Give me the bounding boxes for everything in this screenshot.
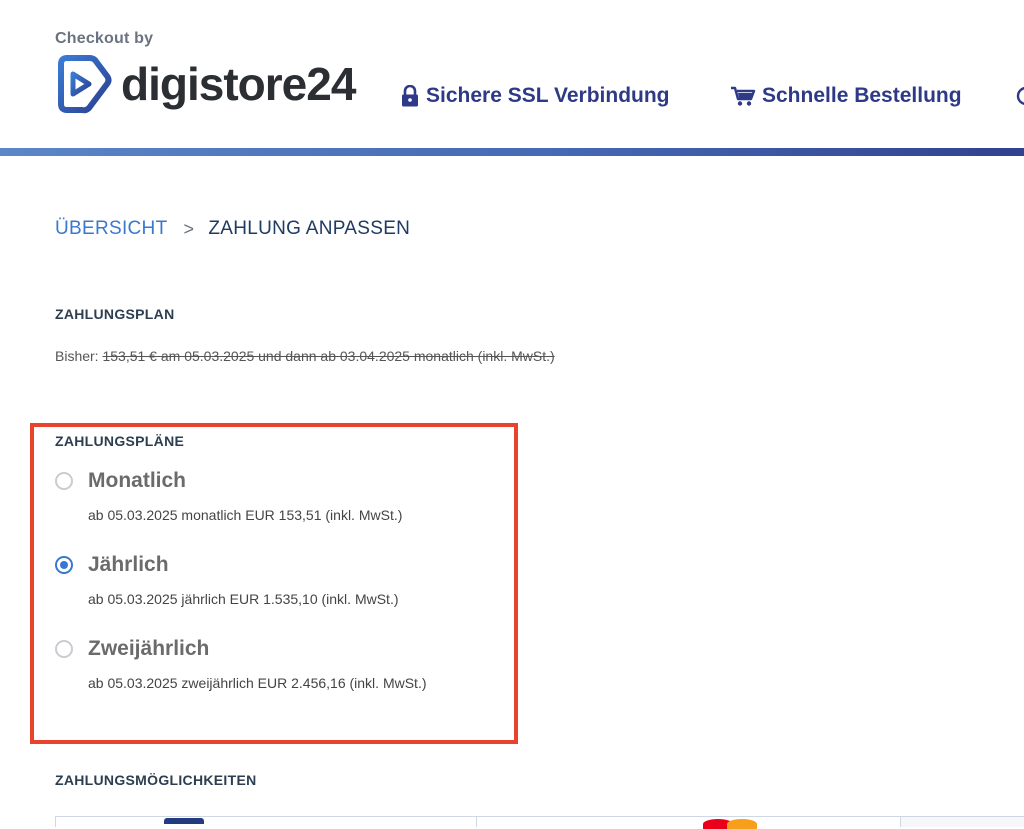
plan-option-monthly-head[interactable]: Monatlich <box>55 469 402 493</box>
payment-plan-title: ZAHLUNGSPLAN <box>55 306 175 322</box>
digistore24-logo-icon <box>58 55 112 114</box>
payment-method-other[interactable] <box>900 816 1024 827</box>
plan-option-yearly[interactable]: Jährlich ab 05.03.2025 jährlich EUR 1.53… <box>55 553 399 607</box>
payment-methods-title: ZAHLUNGSMÖGLICHKEITEN <box>55 772 257 788</box>
plan-label-biennial: Zweijährlich <box>88 637 210 660</box>
chevron-right-icon: > <box>183 218 195 239</box>
plan-description-biennial: ab 05.03.2025 zweijährlich EUR 2.456,16 … <box>88 675 427 691</box>
lock-icon <box>402 85 418 107</box>
breadcrumb: ÜBERSICHT > ZAHLUNG ANPASSEN <box>55 218 410 240</box>
payment-plans-title: ZAHLUNGSPLÄNE <box>55 433 185 449</box>
previous-plan-value: 153,51 € am 05.03.2025 und dann ab 03.04… <box>102 348 555 364</box>
breadcrumb-overview-link[interactable]: ÜBERSICHT <box>55 218 168 240</box>
feature-fast-order-label: Schnelle Bestellung <box>762 84 962 107</box>
clock-icon <box>1016 87 1024 105</box>
plan-option-biennial[interactable]: Zweijährlich ab 05.03.2025 zweijährlich … <box>55 637 427 691</box>
paypal-icon <box>164 818 204 824</box>
radio-biennial[interactable] <box>55 640 73 658</box>
payment-method-card[interactable] <box>476 816 901 829</box>
breadcrumb-current: ZAHLUNG ANPASSEN <box>208 218 411 239</box>
header-accent-bar <box>0 148 1024 156</box>
feature-ssl: Sichere SSL Verbindung <box>400 84 670 108</box>
payment-method-paypal[interactable] <box>55 816 477 827</box>
feature-ssl-label: Sichere SSL Verbindung <box>426 84 670 107</box>
header: Checkout by digistore24 Sichere SSL Verb… <box>0 0 1024 148</box>
digistore24-logo[interactable]: digistore24 <box>53 54 356 114</box>
plan-label-yearly: Jährlich <box>88 553 169 576</box>
checkout-by-label: Checkout by <box>55 30 154 47</box>
cart-icon <box>731 86 756 106</box>
radio-monthly[interactable] <box>55 472 73 490</box>
plan-option-yearly-head[interactable]: Jährlich <box>55 553 399 577</box>
plan-option-monthly[interactable]: Monatlich ab 05.03.2025 monatlich EUR 15… <box>55 469 402 523</box>
previous-plan-prefix: Bisher: <box>55 348 99 364</box>
plan-description-monthly: ab 05.03.2025 monatlich EUR 153,51 (inkl… <box>88 507 403 523</box>
previous-plan-text: Bisher: 153,51 € am 05.03.2025 und dann … <box>55 348 555 364</box>
plan-label-monthly: Monatlich <box>88 469 186 492</box>
logo-text: digistore24 <box>121 58 356 110</box>
plan-description-yearly: ab 05.03.2025 jährlich EUR 1.535,10 (ink… <box>88 591 399 607</box>
plan-option-biennial-head[interactable]: Zweijährlich <box>55 637 427 661</box>
feature-fast-order: Schnelle Bestellung <box>730 84 962 108</box>
radio-yearly[interactable] <box>55 556 73 574</box>
payment-methods-row <box>55 816 1024 829</box>
mastercard-yellow-icon <box>727 819 757 829</box>
